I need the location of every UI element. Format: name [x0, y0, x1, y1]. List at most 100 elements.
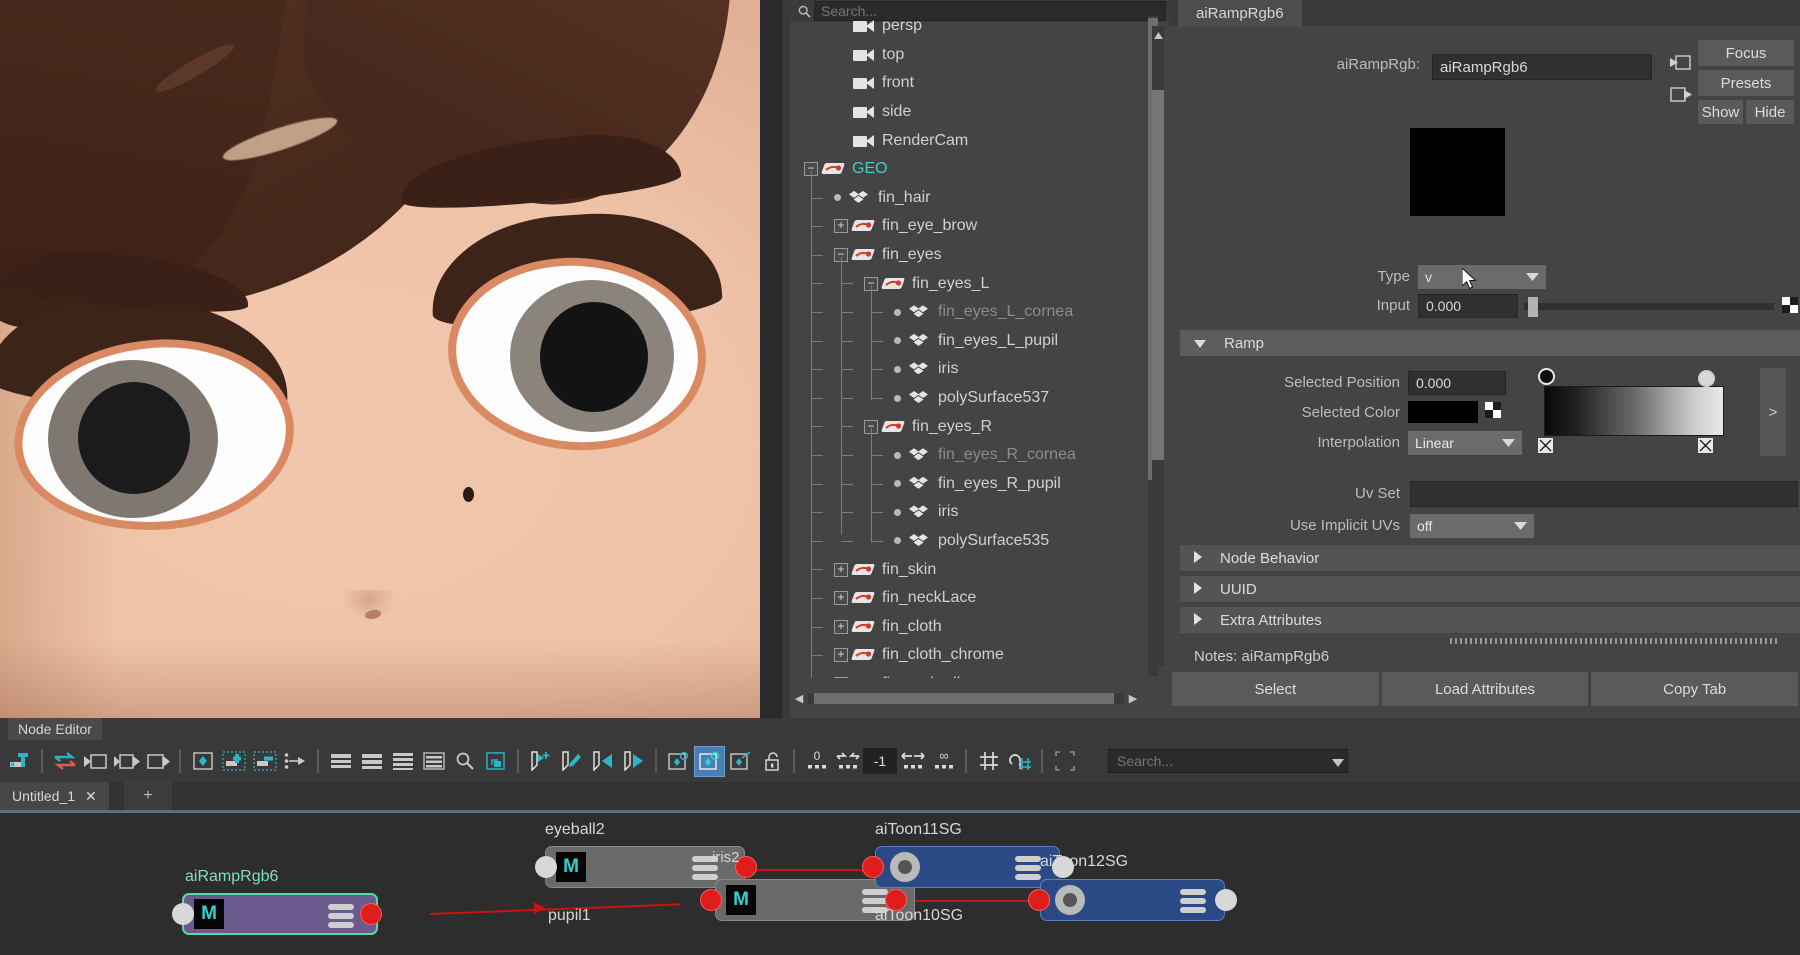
search-icon[interactable]: [449, 746, 480, 777]
ramp-delete-marker-left[interactable]: [1538, 438, 1553, 453]
node-input-port[interactable]: [172, 903, 194, 925]
interpolation-value[interactable]: Linear: [1408, 431, 1494, 455]
add-selected-nodes-icon[interactable]: [218, 746, 249, 777]
grid-icon[interactable]: [973, 746, 1004, 777]
attribute-editor-scrollbar-thumb[interactable]: [1152, 90, 1164, 460]
infinite-depth-icon[interactable]: ∞: [928, 746, 959, 777]
select-all-nodes-icon[interactable]: [187, 746, 218, 777]
chevron-down-icon[interactable]: [1332, 754, 1344, 771]
show-button[interactable]: Show: [1698, 100, 1743, 124]
use-implicit-uvs-value[interactable]: off: [1410, 514, 1506, 538]
map-checker-icon[interactable]: [1485, 402, 1501, 418]
outliner-item-fin_eye_brow[interactable]: +fin_eye_brow: [790, 212, 1142, 241]
scroll-up-icon[interactable]: [1152, 28, 1164, 42]
input-output-connections-icon[interactable]: [111, 746, 142, 777]
create-node-icon[interactable]: [4, 746, 35, 777]
tab-airamprgb6[interactable]: aiRampRgb6: [1178, 0, 1302, 26]
node-output-port[interactable]: [885, 889, 907, 911]
output-connection-icon[interactable]: [1670, 84, 1692, 104]
node-editor-search-input[interactable]: [1108, 749, 1348, 773]
outliner-item-fin_cloth_chrome[interactable]: +fin_cloth_chrome: [790, 641, 1142, 670]
scroll-right-icon[interactable]: ▶: [1124, 689, 1142, 707]
ramp-marker-left[interactable]: [1538, 368, 1555, 385]
load-attributes-button[interactable]: Load Attributes: [1382, 672, 1589, 706]
outliner-tree[interactable]: persptopfrontsideRenderCam−GEOfin_hair+f…: [790, 8, 1142, 678]
map-checker-icon[interactable]: [1782, 297, 1798, 313]
node-input-port[interactable]: [535, 856, 557, 878]
ramp-delete-marker-right[interactable]: [1698, 438, 1713, 453]
full-node-display-icon[interactable]: [725, 746, 756, 777]
ramp-expand-button[interactable]: >: [1760, 368, 1786, 456]
chevron-down-icon[interactable]: [1506, 514, 1534, 538]
previous-bookmark-icon[interactable]: [587, 746, 618, 777]
node-output-port[interactable]: [360, 903, 382, 925]
expand-icon[interactable]: +: [834, 219, 848, 233]
node-output-port[interactable]: [862, 856, 884, 878]
select-button[interactable]: Select: [1172, 672, 1379, 706]
ramp-section-header[interactable]: Ramp: [1180, 330, 1800, 356]
outliner-hscroll-track[interactable]: [808, 693, 1124, 704]
outliner-item-top[interactable]: top: [790, 41, 1142, 70]
node-input-port[interactable]: [1215, 889, 1237, 911]
expand-icon[interactable]: +: [834, 563, 848, 577]
expand-icon[interactable]: +: [834, 620, 848, 634]
input-connections-icon[interactable]: [80, 746, 111, 777]
swap-arrows-icon[interactable]: [49, 746, 80, 777]
layout-simple-icon[interactable]: [325, 746, 356, 777]
outliner-item-geo[interactable]: −GEO: [790, 155, 1142, 184]
focus-button[interactable]: Focus: [1698, 40, 1794, 66]
connect-selected-icon[interactable]: [280, 746, 311, 777]
next-bookmark-icon[interactable]: [618, 746, 649, 777]
add-tab-button[interactable]: +: [124, 782, 172, 810]
section-node-behavior[interactable]: Node Behavior: [1180, 545, 1800, 571]
ramp-gradient-strip[interactable]: [1544, 386, 1724, 436]
collapse-depth-icon[interactable]: [832, 746, 863, 777]
color-preview-swatch[interactable]: [1410, 128, 1505, 216]
expand-icon[interactable]: +: [834, 591, 848, 605]
edit-bookmark-icon[interactable]: [556, 746, 587, 777]
ramp-marker-right[interactable]: [1698, 370, 1715, 387]
outliner-item-rendercam[interactable]: RenderCam: [790, 126, 1142, 155]
output-connections-icon[interactable]: [142, 746, 173, 777]
node-aitoon11sg[interactable]: [875, 846, 1060, 888]
outliner-horizontal-scrollbar[interactable]: ◀ ▶: [790, 688, 1142, 708]
outliner-hscroll-thumb[interactable]: [814, 693, 1114, 704]
remove-selected-nodes-icon[interactable]: [249, 746, 280, 777]
viewport-3d[interactable]: [0, 0, 782, 718]
section-uuid[interactable]: UUID: [1180, 576, 1800, 602]
frame-selection-icon[interactable]: [1049, 746, 1080, 777]
section-extra-attributes[interactable]: Extra Attributes: [1180, 607, 1800, 633]
simple-node-display-icon[interactable]: [663, 746, 694, 777]
connected-node-display-icon[interactable]: [694, 746, 725, 777]
input-slider-thumb[interactable]: [1528, 297, 1538, 317]
node-aitoon12sg[interactable]: [1040, 879, 1225, 921]
chevron-down-icon[interactable]: [1494, 431, 1522, 455]
node-output-port[interactable]: [700, 889, 722, 911]
input-connection-icon[interactable]: [1670, 52, 1692, 72]
outliner-item-persp[interactable]: persp: [790, 12, 1142, 41]
expand-icon[interactable]: +: [834, 677, 848, 678]
selected-position-field[interactable]: 0.000: [1408, 371, 1506, 395]
outliner-item-front[interactable]: front: [790, 69, 1142, 98]
copy-tab-button[interactable]: Copy Tab: [1591, 672, 1798, 706]
outliner-item-fin_necklace[interactable]: +fin_neckLace: [790, 584, 1142, 613]
outliner-item-fin_eyes[interactable]: −fin_eyes: [790, 241, 1142, 270]
layout-connected-icon[interactable]: [356, 746, 387, 777]
expand-icon[interactable]: +: [834, 648, 848, 662]
close-icon[interactable]: ✕: [85, 788, 97, 805]
tab-untitled-1[interactable]: Untitled_1 ✕: [0, 782, 109, 810]
node-name-field[interactable]: [1432, 54, 1652, 80]
input-slider-track[interactable]: [1524, 303, 1774, 310]
node-output-port[interactable]: [1028, 889, 1050, 911]
node-airamprgb6[interactable]: M: [182, 893, 378, 935]
snap-to-grid-icon[interactable]: [1004, 746, 1035, 777]
hide-button[interactable]: Hide: [1746, 100, 1794, 124]
expand-depth-icon[interactable]: [897, 746, 928, 777]
zero-depth-icon[interactable]: 0: [801, 746, 832, 777]
layout-outline-icon[interactable]: [418, 746, 449, 777]
unlock-icon[interactable]: [756, 746, 787, 777]
add-bookmark-icon[interactable]: [525, 746, 556, 777]
outliner-item-fin_cloth[interactable]: +fin_cloth: [790, 612, 1142, 641]
ramp-gradient-widget[interactable]: [1530, 368, 1750, 458]
outliner-item-side[interactable]: side: [790, 98, 1142, 127]
